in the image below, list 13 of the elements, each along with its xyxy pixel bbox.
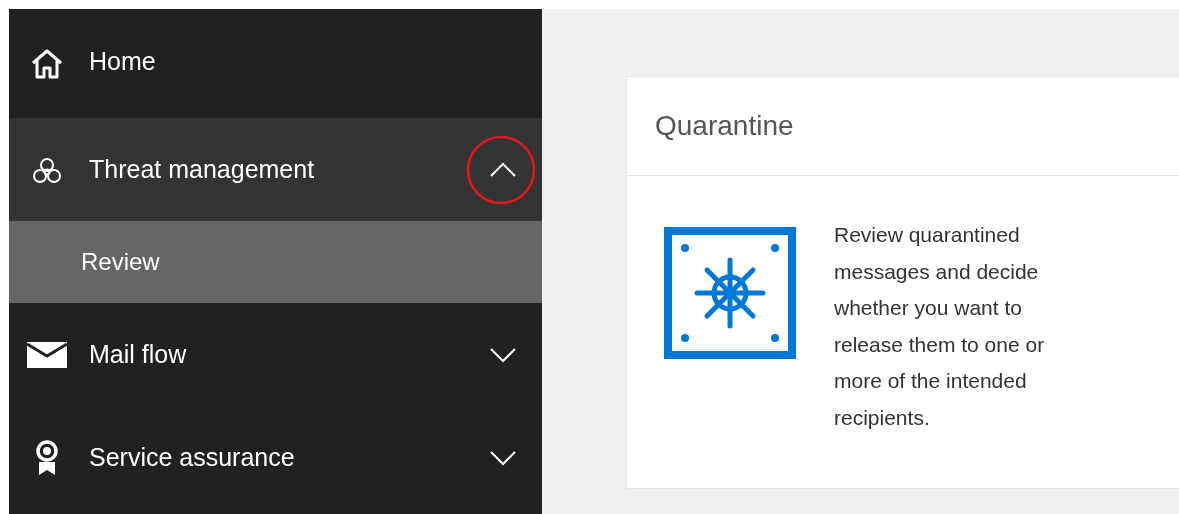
home-icon — [30, 47, 64, 80]
envelope-icon — [27, 341, 67, 368]
chevron-down-icon[interactable] — [489, 449, 517, 466]
nav-item[interactable]: Service assurance — [9, 406, 542, 509]
vault-icon — [664, 227, 796, 359]
card-title: Quarantine — [627, 77, 1179, 176]
nav-item[interactable]: Home — [9, 9, 542, 118]
nav-subitem[interactable]: Review — [9, 221, 542, 303]
chevron-up-icon[interactable] — [489, 161, 517, 178]
chevron-down-icon[interactable] — [489, 346, 517, 363]
card-description: Review quarantined messages and decide whether you want to release them to one or more of the intended recipients. — [834, 222, 1046, 431]
nav-item[interactable]: Mail flow — [9, 303, 542, 406]
nav-item[interactable]: Threat management — [9, 118, 542, 221]
